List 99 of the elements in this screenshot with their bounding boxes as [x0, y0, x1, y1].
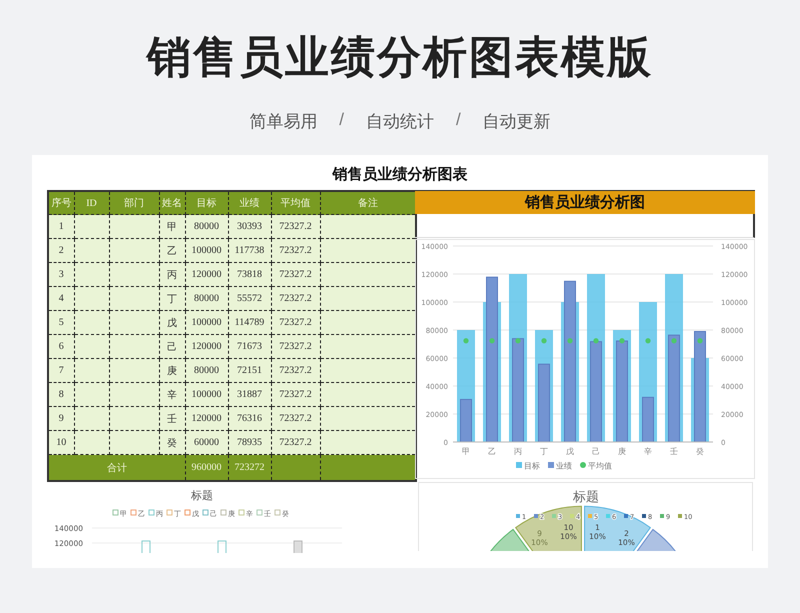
table-cell: 55572 [228, 286, 271, 310]
chart-header: 销售员业绩分析图 [415, 190, 755, 214]
axis-label: 辛 [644, 447, 652, 456]
average-dot [463, 338, 469, 344]
table-cell: 72151 [228, 358, 271, 382]
table-cell: 乙 [159, 238, 185, 262]
page-title: 销售员业绩分析图表模版 [147, 32, 653, 84]
table-cell: 72327.2 [271, 382, 320, 406]
column-header: 平均值 [271, 191, 320, 214]
column-header: 目标 [185, 191, 228, 214]
average-dot [697, 338, 703, 344]
average-dot [593, 338, 599, 344]
table-cell: 戊 [159, 310, 185, 334]
table-cell: 72327.2 [271, 406, 320, 430]
table-cell: 甲 [159, 214, 185, 238]
table-cell: 100000 [185, 310, 228, 334]
column-header: 部门 [109, 191, 159, 214]
axis-label: 乙 [488, 447, 496, 456]
axis-label: 甲 [462, 447, 470, 456]
table-cell: 120000 [185, 334, 228, 358]
bar-outline [294, 540, 302, 553]
table-cell: 72327.2 [271, 238, 320, 262]
average-dot [515, 338, 521, 344]
table-cell: 80000 [185, 358, 228, 382]
table-cell: 合计 [48, 454, 185, 481]
table-cell: 1 [48, 214, 74, 238]
separator: / [339, 110, 344, 131]
table-cell: 30393 [228, 214, 271, 238]
table-cell: 78935 [228, 430, 271, 454]
table-cell: 60000 [185, 430, 228, 454]
table-cell: 5 [48, 310, 74, 334]
separator: / [456, 110, 461, 131]
average-dot [671, 338, 677, 344]
table-cell: 癸 [159, 430, 185, 454]
table-cell: 7 [48, 358, 74, 382]
bar-outline [142, 540, 150, 553]
table-cell: 己 [159, 334, 185, 358]
chart-title: 标题 [573, 490, 599, 505]
sales-bar [460, 398, 472, 442]
table-cell: 72327.2 [271, 310, 320, 334]
table-cell: 丁 [159, 286, 185, 310]
table-cell: 2 [48, 238, 74, 262]
axis-label: 壬 [670, 447, 678, 456]
average-dot [619, 338, 625, 344]
table-cell: 723272 [228, 454, 271, 481]
table-cell: 9 [48, 406, 74, 430]
legend-label: 业绩 [556, 462, 572, 470]
table-cell: 72327.2 [271, 334, 320, 358]
column-header: 备注 [320, 191, 416, 214]
table-cell: 117738 [228, 238, 271, 262]
axis-label: 丁 [540, 447, 548, 456]
table-cell: 8 [48, 382, 74, 406]
column-header: ID [74, 191, 109, 214]
axis-label: 己 [592, 447, 600, 456]
table-cell: 31887 [228, 382, 271, 406]
feature-label: 自动更新 [482, 111, 551, 133]
table-cell: 100000 [185, 382, 228, 406]
axis-label: 戊 [566, 447, 574, 456]
table-cell: 100000 [185, 238, 228, 262]
table-cell: 3 [48, 262, 74, 286]
table-cell: 壬 [159, 406, 185, 430]
table-cell: 4 [48, 286, 74, 310]
table-cell: 960000 [185, 454, 228, 481]
column-header: 姓名 [159, 191, 185, 214]
table-cell: 73818 [228, 262, 271, 286]
table-cell: 80000 [185, 286, 228, 310]
table-cell: 76316 [228, 406, 271, 430]
table-cell: 辛 [159, 382, 185, 406]
column-header: 业绩 [228, 191, 271, 214]
table-cell: 10 [48, 430, 74, 454]
table-cell: 庚 [159, 358, 185, 382]
average-dot [489, 338, 495, 344]
average-dot [567, 338, 573, 344]
table-cell: 120000 [185, 406, 228, 430]
table-cell: 114789 [228, 310, 271, 334]
bar-outline [218, 540, 226, 553]
table-cell: 72327.2 [271, 286, 320, 310]
sheet-title: 销售员业绩分析图表 [331, 164, 468, 185]
average-dot [541, 338, 547, 344]
table-cell: 72327.2 [271, 430, 320, 454]
feature-label: 自动统计 [366, 111, 434, 133]
axis-label: 癸 [696, 447, 704, 456]
table-cell: 72327.2 [271, 214, 320, 238]
feature-label: 简单易用 [249, 111, 318, 133]
table-cell: 6 [48, 334, 74, 358]
chart-title: 标题 [191, 489, 213, 502]
average-dot [645, 338, 651, 344]
table-cell: 71673 [228, 334, 271, 358]
table-cell: 72327.2 [271, 262, 320, 286]
sales-bar [642, 396, 654, 442]
legend-label: 目标 [524, 462, 540, 470]
table-cell: 80000 [185, 214, 228, 238]
table-cell: 72327.2 [271, 358, 320, 382]
table-cell: 120000 [185, 262, 228, 286]
column-header: 序号 [48, 191, 74, 214]
axis-label: 庚 [618, 447, 626, 456]
axis-label: 丙 [514, 447, 522, 456]
legend-label: 平均值 [588, 462, 612, 470]
table-cell: 丙 [159, 262, 185, 286]
